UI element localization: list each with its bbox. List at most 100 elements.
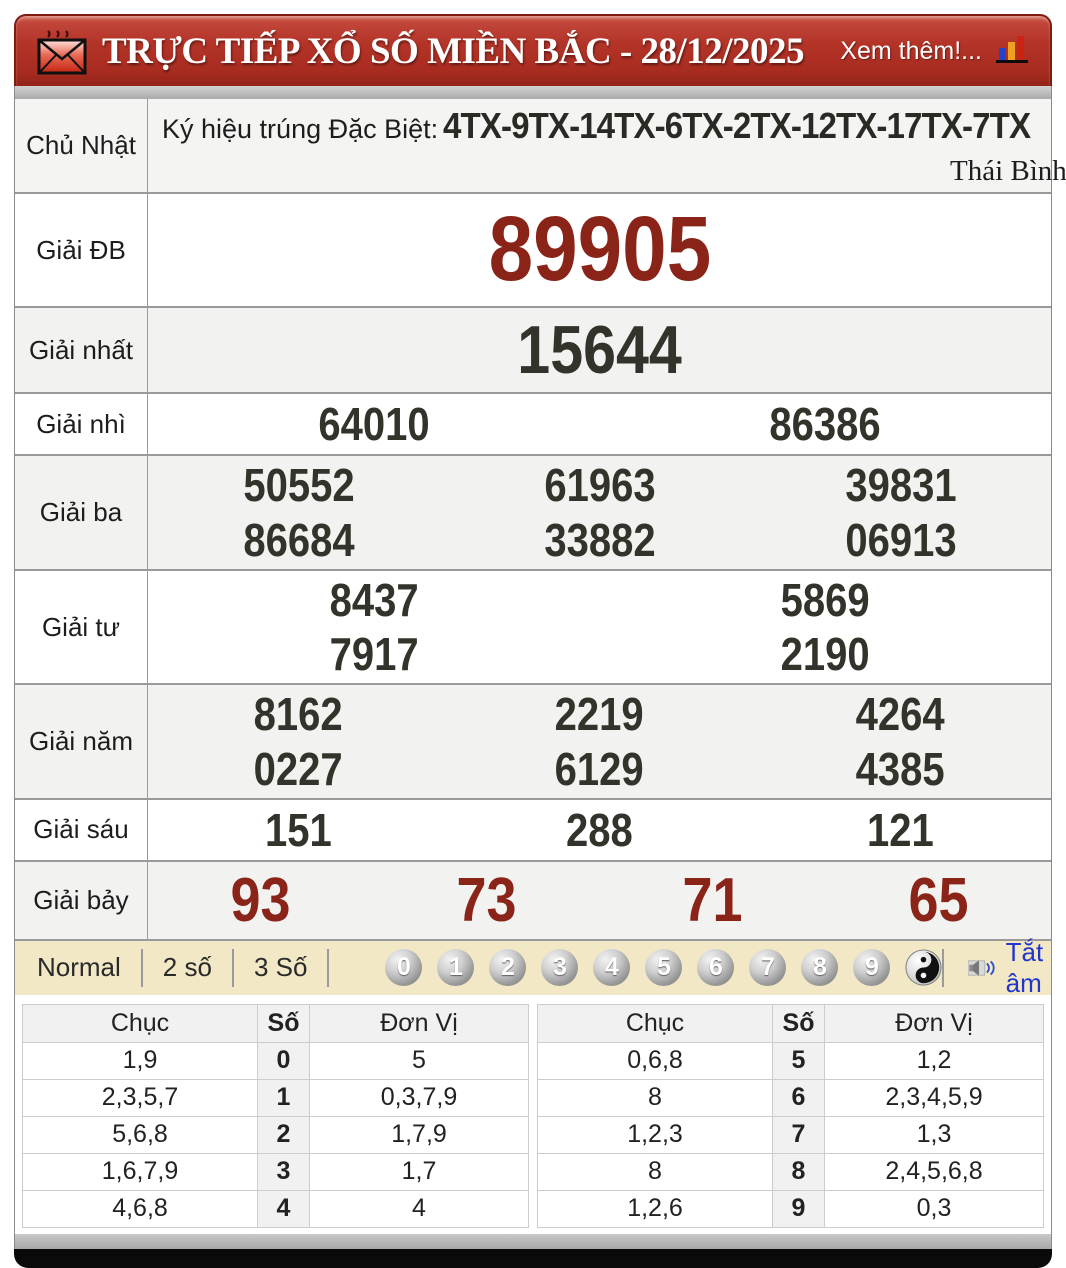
prize-values: 816222194264022761294385	[148, 685, 1051, 798]
header-divider	[14, 86, 1052, 99]
digit-cell-so: 2	[258, 1116, 310, 1153]
digit-cell-chuc: 1,2,3	[538, 1116, 773, 1153]
digit-cell-so: 6	[773, 1079, 825, 1116]
digit-row: 1,2,371,3	[538, 1116, 1044, 1153]
prize-row: Giải năm816222194264022761294385	[15, 685, 1051, 800]
digit-cell-donvi: 0,3,7,9	[310, 1079, 529, 1116]
prize-number: 15644	[517, 310, 682, 390]
digit-cell-chuc: 0,6,8	[538, 1042, 773, 1079]
prize-label: Giải tư	[15, 571, 148, 684]
digit-cell-chuc: 8	[538, 1153, 773, 1190]
digit-ball-6[interactable]: 6	[697, 949, 734, 986]
prize-number: 86386	[770, 397, 881, 451]
digit-cell-chuc: 1,2,6	[538, 1190, 773, 1227]
prize-number: 8437	[329, 573, 418, 627]
digit-cell-chuc: 1,9	[23, 1042, 258, 1079]
digit-cell-so: 5	[773, 1042, 825, 1079]
digit-cell-so: 4	[258, 1190, 310, 1227]
prize-label: Giải bảy	[15, 862, 148, 939]
col-header-donvi: Đơn Vị	[310, 1004, 529, 1042]
prize-values: 151288121	[148, 800, 1051, 860]
digit-cell-donvi: 1,7,9	[310, 1116, 529, 1153]
digit-ball-7[interactable]: 7	[749, 949, 786, 986]
prize-row: Giải tư8437586979172190	[15, 571, 1051, 686]
prize-row: Giải ba505526196339831866843388206913	[15, 456, 1051, 571]
special-sign-value: 4TX-9TX-14TX-6TX-2TX-12TX-17TX-7TX	[443, 105, 1030, 147]
digit-cell-chuc: 2,3,5,7	[23, 1079, 258, 1116]
prize-number: 5869	[781, 573, 870, 627]
special-sign-cell: Ký hiệu trúng Đặc Biệt: 4TX-9TX-14TX-6TX…	[148, 99, 1066, 192]
prize-row: Giải ĐB 89905	[15, 194, 1051, 308]
prize-number: 86684	[243, 513, 354, 567]
digit-cell-so: 3	[258, 1153, 310, 1190]
toolbar-separator	[942, 949, 944, 987]
digit-cell-chuc: 4,6,8	[23, 1190, 258, 1227]
col-header-so: Số	[258, 1004, 310, 1042]
toolbar: Normal 2 số 3 Số 0123456789	[14, 941, 1052, 995]
digit-row: 4,6,844	[23, 1190, 529, 1227]
digit-row: 5,6,821,7,9	[23, 1116, 529, 1153]
digit-cell-donvi: 1,7	[310, 1153, 529, 1190]
prize-number: 93	[231, 864, 291, 937]
mode-normal[interactable]: Normal	[31, 952, 141, 983]
digit-cell-donvi: 0,3	[825, 1190, 1044, 1227]
digit-ball-2[interactable]: 2	[489, 949, 526, 986]
digit-balls: 0123456789	[385, 949, 942, 986]
digit-ball-0[interactable]: 0	[385, 949, 422, 986]
digit-cell-donvi: 1,3	[825, 1116, 1044, 1153]
col-header-donvi: Đơn Vị	[825, 1004, 1044, 1042]
prize-number: 61963	[544, 458, 655, 512]
digit-cell-chuc: 5,6,8	[23, 1116, 258, 1153]
prize-number: 4264	[856, 687, 945, 741]
prize-number: 2190	[781, 627, 870, 681]
toolbar-separator	[327, 949, 329, 987]
digit-cell-donvi: 2,3,4,5,9	[825, 1079, 1044, 1116]
digit-row: 0,6,851,2	[538, 1042, 1044, 1079]
digit-cell-donvi: 5	[310, 1042, 529, 1079]
digit-cell-so: 7	[773, 1116, 825, 1153]
hot-mail-envelope-icon[interactable]	[36, 26, 88, 76]
prize-label: Giải ba	[15, 456, 148, 569]
col-header-so: Số	[773, 1004, 825, 1042]
page-title: TRỰC TIẾP XỔ SỐ MIỀN BẮC - 28/12/2025	[102, 30, 804, 73]
prize-values: 93737165	[148, 862, 1051, 939]
prize-number: 73	[457, 864, 517, 937]
mute-button[interactable]: Tắt âm	[968, 937, 1058, 999]
digit-ball-9[interactable]: 9	[853, 949, 890, 986]
digit-ball-4[interactable]: 4	[593, 949, 630, 986]
prize-number: 33882	[544, 513, 655, 567]
prize-label: Giải ĐB	[15, 194, 148, 306]
header-bar: TRỰC TIẾP XỔ SỐ MIỀN BẮC - 28/12/2025 Xe…	[14, 14, 1052, 86]
prize-number: 151	[265, 803, 332, 857]
digit-ball-5[interactable]: 5	[645, 949, 682, 986]
prize-number: 288	[566, 803, 633, 857]
prize-values: 15644	[148, 308, 1051, 392]
prize-label: Giải sáu	[15, 800, 148, 860]
footer-bar	[14, 1249, 1052, 1268]
prize-number: 6129	[555, 742, 644, 796]
digit-row: 882,4,5,6,8	[538, 1153, 1044, 1190]
mode-3-digits[interactable]: 3 Số	[234, 952, 328, 983]
digit-row: 1,2,690,3	[538, 1190, 1044, 1227]
digit-ball-3[interactable]: 3	[541, 949, 578, 986]
bar-chart-icon[interactable]	[996, 34, 1030, 69]
footer-divider	[14, 1234, 1052, 1249]
prize-label: Giải nhất	[15, 308, 148, 392]
prize-values: 6401086386	[148, 394, 1051, 454]
prize-number: 39831	[845, 458, 956, 512]
prize-number: 65	[908, 864, 968, 937]
prize-number: 06913	[845, 513, 956, 567]
digit-ball-1[interactable]: 1	[437, 949, 474, 986]
digit-row: 1,6,7,931,7	[23, 1153, 529, 1190]
digit-ball-8[interactable]: 8	[801, 949, 838, 986]
prize-number: 89905	[488, 199, 711, 300]
see-more-link[interactable]: Xem thêm!...	[840, 37, 982, 66]
yin-yang-ball-icon[interactable]	[905, 949, 942, 986]
digit-row: 1,905	[23, 1042, 529, 1079]
prize-values: 89905	[148, 194, 1051, 306]
mode-2-digits[interactable]: 2 số	[143, 952, 232, 983]
digit-table-right: Chục Số Đơn Vị 0,6,851,2862,3,4,5,91,2,3…	[537, 1004, 1044, 1228]
digit-cell-chuc: 8	[538, 1079, 773, 1116]
prize-label: Giải năm	[15, 685, 148, 798]
prize-values: 8437586979172190	[148, 571, 1051, 684]
